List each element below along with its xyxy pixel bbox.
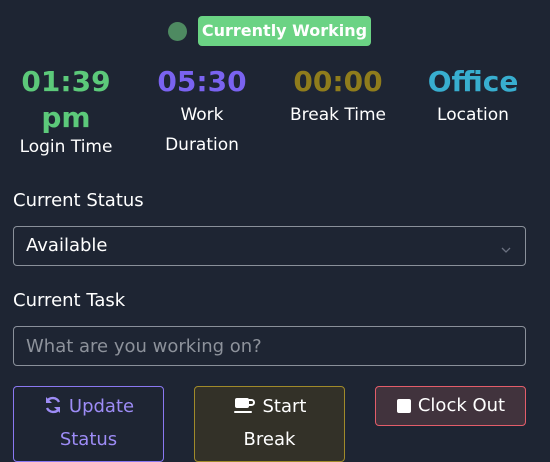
- work-duration-label-line2: Duration: [165, 135, 239, 155]
- start-break-button[interactable]: Start Break: [194, 386, 345, 462]
- stat-location: Office Location: [418, 64, 528, 130]
- break-time-label: Break Time: [289, 105, 386, 125]
- work-duration-label: Work Duration: [150, 100, 254, 160]
- current-status-label: Current Status: [13, 190, 144, 211]
- status-badge: Currently Working: [198, 16, 371, 46]
- work-duration-value: 05:30: [157, 65, 247, 98]
- attendance-panel: Currently Working 01:39 pm Login Time 05…: [0, 0, 550, 462]
- current-task-label: Current Task: [13, 290, 126, 311]
- stat-break-time: 00:00 Break Time: [285, 64, 391, 130]
- login-time-value-line1: 01:39: [21, 65, 111, 98]
- location-value: Office: [427, 65, 519, 98]
- work-duration-label-line1: Work: [180, 105, 224, 125]
- refresh-icon: [43, 395, 63, 425]
- start-break-line1: Start: [195, 392, 344, 425]
- clock-out-button[interactable]: Clock Out: [375, 386, 526, 426]
- clock-out-label: Clock Out: [417, 395, 506, 416]
- update-status-button[interactable]: Update Status: [13, 386, 164, 462]
- status-indicator-dot: [168, 22, 187, 41]
- location-label: Location: [437, 105, 509, 125]
- stop-square-icon: [396, 394, 412, 424]
- update-status-label-line2: Status: [59, 429, 118, 450]
- break-time-value: 00:00: [293, 65, 383, 98]
- update-status-line1: Update: [14, 392, 163, 425]
- coffee-icon: [233, 395, 257, 425]
- login-time-value: 01:39 pm: [10, 64, 122, 136]
- status-row: Currently Working: [0, 16, 550, 46]
- login-time-label: Login Time: [19, 137, 113, 157]
- stat-login-time: 01:39 pm Login Time: [10, 64, 122, 162]
- update-status-label-line1: Update: [68, 396, 135, 417]
- current-task-input[interactable]: [13, 326, 526, 366]
- current-status-selected-value: Available: [26, 235, 108, 256]
- start-break-label-line1: Start: [262, 396, 307, 417]
- start-break-label-line2: Break: [243, 429, 296, 450]
- login-time-value-line2: pm: [41, 101, 91, 134]
- current-status-select[interactable]: Available: [13, 226, 526, 266]
- chevron-down-icon: [501, 240, 511, 253]
- stat-work-duration: 05:30 Work Duration: [150, 64, 254, 160]
